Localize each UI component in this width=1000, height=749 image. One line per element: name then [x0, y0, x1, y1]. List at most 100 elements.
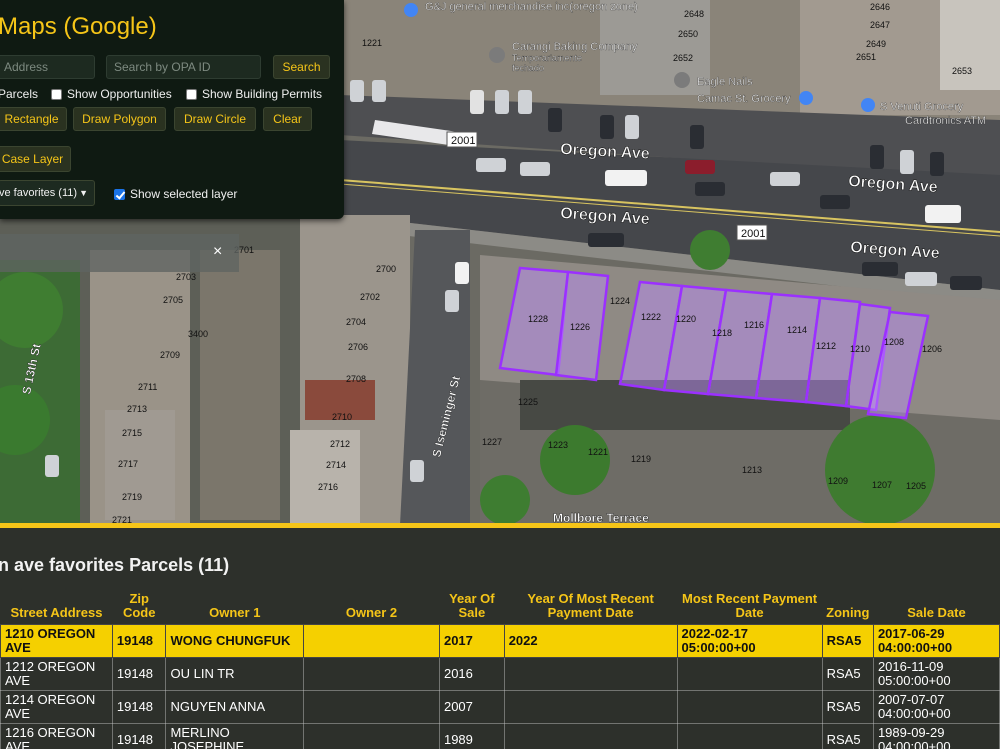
shop-pin-icon[interactable]: [404, 3, 418, 17]
draw-circle-button[interactable]: Draw Circle: [174, 107, 256, 131]
cell-owner-2: [303, 657, 440, 691]
cell-sale-date: 2007-07-07 04:00:00+00: [872, 690, 1000, 724]
cell-payment-date: [676, 690, 823, 724]
layer-select[interactable]: ve favorites (11) ▼: [0, 180, 95, 206]
parcel-number: 1222: [641, 312, 661, 322]
poi-gj[interactable]: G&J general merchandise inc(oregon zone): [425, 1, 638, 13]
parcel-number: 1214: [787, 325, 807, 335]
parcel-number: 2705: [163, 295, 183, 305]
grocery-pin-icon[interactable]: [799, 91, 813, 105]
cell-owner-1: OU LIN TR: [165, 657, 305, 691]
table-row[interactable]: 1210 OREGON AVE 19148 WONG CHUNGFUK 2017…: [0, 624, 1000, 658]
cell-sale-date: 2017-06-29 04:00:00+00: [872, 624, 1000, 658]
parcels-checkbox[interactable]: Parcels: [0, 87, 38, 101]
cell-year-payment: [503, 723, 678, 749]
poi-carangi[interactable]: Carangi Baking Company: [512, 41, 638, 53]
col-recent-payment-date[interactable]: Most Recent Payment Date: [677, 590, 822, 625]
cell-street-address: 1210 OREGON AVE: [0, 624, 113, 658]
parcel-number: 2700: [376, 264, 396, 274]
draw-polygon-button[interactable]: Draw Polygon: [73, 107, 166, 131]
cell-zip: 19148: [111, 690, 167, 724]
parcel-number: 1208: [884, 337, 904, 347]
parcel-number: 2646: [870, 2, 890, 12]
panel-title: Maps (Google): [0, 13, 157, 40]
cell-owner-1: MERLINO JOSEPHINE: [165, 723, 305, 749]
grocery-pin-icon-2[interactable]: [861, 98, 875, 112]
parcel-number: 1227: [482, 437, 502, 447]
poi-cardtronics[interactable]: Cardtronics ATM: [905, 115, 986, 127]
address-input[interactable]: [0, 55, 95, 79]
cell-zoning: RSA5: [821, 657, 874, 691]
col-sale-date[interactable]: Sale Date: [873, 590, 999, 625]
parcels-table: Street Address Zip Code Owner 1 Owner 2 …: [0, 590, 1000, 749]
col-year-recent-payment[interactable]: Year Of Most Recent Payment Date: [504, 590, 677, 625]
parcel-number: 1225: [518, 397, 538, 407]
table-row[interactable]: 1212 OREGON AVE 19148 OU LIN TR 2016 RSA…: [0, 657, 1000, 691]
parcel-number: 2711: [138, 382, 157, 392]
parcel-number: 3400: [188, 329, 208, 339]
cell-street-address: 1216 OREGON AVE: [0, 723, 113, 749]
table-row[interactable]: 1216 OREGON AVE 19148 MERLINO JOSEPHINE …: [0, 723, 1000, 749]
poi-eagle-nails[interactable]: Eagle Nails: [697, 76, 753, 88]
cell-year-payment: 2022: [503, 624, 678, 658]
clear-button[interactable]: Clear: [263, 107, 312, 131]
parcel-number: 1209: [828, 476, 848, 486]
parcel-number: 1223: [548, 440, 568, 450]
cell-year-of-sale: 2007: [438, 690, 505, 724]
close-icon[interactable]: ×: [213, 243, 222, 261]
draw-rectangle-button[interactable]: Rectangle: [0, 107, 67, 131]
opa-id-input[interactable]: [106, 55, 261, 79]
chevron-down-icon: ▼: [79, 188, 88, 198]
parcel-number: 1226: [570, 322, 590, 332]
parcel-number: 1224: [610, 296, 630, 306]
show-selected-layer-label: Show selected layer: [130, 187, 238, 201]
parcel-number: 1221: [588, 447, 608, 457]
restaurant-pin-icon[interactable]: [489, 47, 505, 63]
cell-owner-2: [303, 624, 440, 658]
parcel-number: 2714: [326, 460, 346, 470]
search-button[interactable]: Search: [273, 55, 330, 79]
parcel-number: 1212: [816, 341, 836, 351]
col-zip-code[interactable]: Zip Code: [112, 590, 166, 625]
svg-text:2001: 2001: [741, 228, 765, 240]
parcel-number: 2712: [330, 439, 350, 449]
poi-camac-grocery[interactable]: Camac St. Grocery: [697, 93, 791, 105]
parcel-number: 1220: [676, 314, 696, 324]
table-row[interactable]: 1214 OREGON AVE 19148 NGUYEN ANNA 2007 R…: [0, 690, 1000, 724]
poi-venuti-grocery[interactable]: S Venuti Grocery: [880, 101, 964, 113]
nail-salon-pin-icon[interactable]: [674, 72, 690, 88]
parcel-number: 2650: [678, 29, 698, 39]
parcel-number: 2719: [122, 492, 142, 502]
checkbox-checked-icon[interactable]: [114, 188, 125, 200]
show-selected-layer-checkbox[interactable]: Show selected layer: [114, 187, 237, 201]
opportunities-checkbox[interactable]: Show Opportunities: [51, 87, 172, 101]
cell-owner-2: [303, 723, 440, 749]
permits-checkbox[interactable]: Show Building Permits: [186, 87, 322, 101]
poi-carangi-status: Temporariamente: [512, 53, 582, 63]
parcel-number: 2716: [318, 482, 338, 492]
table-title: n ave favorites Parcels (11): [0, 555, 230, 575]
col-year-of-sale[interactable]: Year Of Sale: [439, 590, 504, 625]
parcel-number: 2652: [673, 53, 693, 63]
opportunities-checkbox-label: Show Opportunities: [67, 87, 172, 101]
cell-owner-1: WONG CHUNGFUK: [165, 624, 305, 658]
checkbox-icon[interactable]: [51, 88, 62, 100]
parcel-number: 2710: [332, 412, 352, 422]
cell-sale-date: 1989-09-29 04:00:00+00: [872, 723, 1000, 749]
svg-text:2001: 2001: [451, 135, 475, 147]
col-owner-1[interactable]: Owner 1: [166, 590, 304, 625]
cell-owner-1: NGUYEN ANNA: [165, 690, 305, 724]
checkbox-icon[interactable]: [186, 88, 197, 100]
cell-sale-date: 2016-11-09 05:00:00+00: [872, 657, 1000, 691]
col-street-address[interactable]: Street Address: [1, 590, 113, 625]
parcels-checkbox-label: Parcels: [0, 87, 39, 101]
col-zoning[interactable]: Zoning: [822, 590, 873, 625]
parcel-number: 2708: [346, 374, 366, 384]
parcel-number: 1210: [850, 344, 870, 354]
case-layer-button[interactable]: Case Layer: [0, 146, 71, 172]
table-header-row: Street Address Zip Code Owner 1 Owner 2 …: [1, 590, 1000, 625]
col-owner-2[interactable]: Owner 2: [304, 590, 440, 625]
parcel-number: 1228: [528, 314, 548, 324]
parcel-number: 2647: [870, 20, 890, 30]
parcel-number: 1216: [744, 320, 764, 330]
